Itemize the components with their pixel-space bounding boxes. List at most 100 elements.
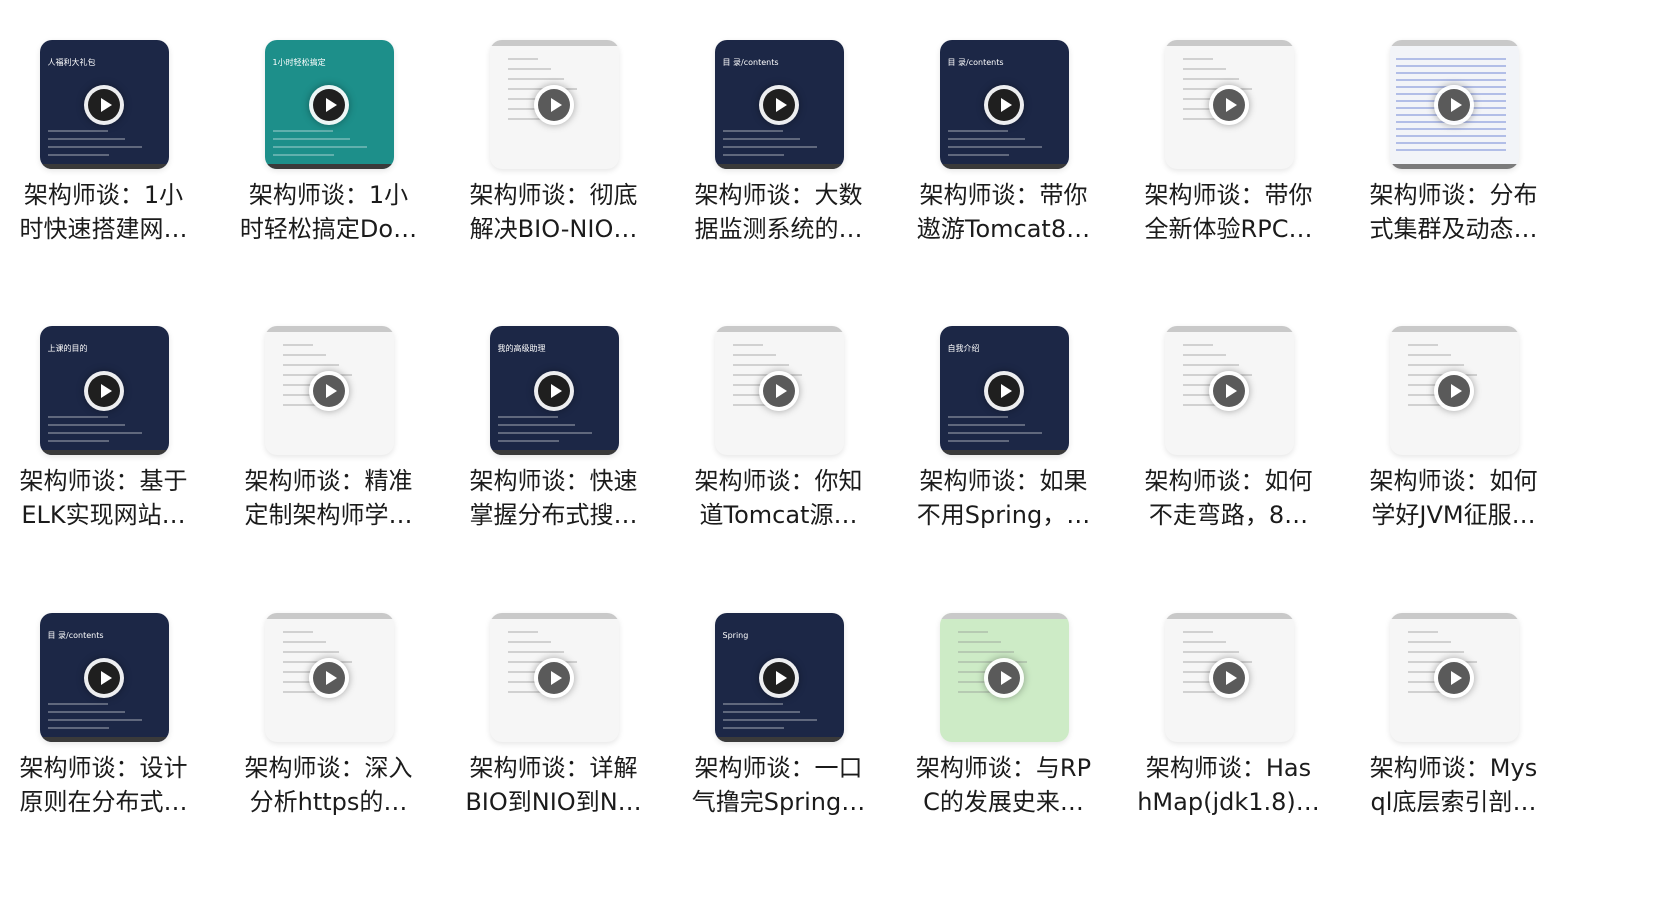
video-card[interactable]: 架构师谈：如何 学好JVM征服…	[1341, 326, 1566, 576]
video-card[interactable]: 架构师谈：精准 定制架构师学…	[216, 326, 441, 576]
video-card[interactable]: Spring 架构师谈：一口 气撸完Spring…	[666, 613, 891, 863]
play-icon[interactable]	[984, 84, 1024, 125]
play-icon[interactable]	[759, 657, 799, 698]
video-card[interactable]: 目 录/contents 架构师谈：带你 遨游Tomcat8…	[891, 40, 1116, 290]
video-title[interactable]: 架构师谈：基于 ELK实现网站…	[0, 464, 216, 532]
video-thumbnail[interactable]	[1164, 326, 1294, 455]
play-icon[interactable]	[84, 370, 124, 411]
video-card[interactable]: 目 录/contents 架构师谈：设计 原则在分布式…	[0, 613, 216, 863]
video-title[interactable]: 架构师谈：一口 气撸完Spring…	[666, 751, 891, 819]
play-icon[interactable]	[309, 370, 349, 411]
video-thumbnail[interactable]	[1389, 613, 1519, 742]
video-title[interactable]: 架构师谈：你知 道Tomcat源…	[666, 464, 891, 532]
video-card[interactable]: 架构师谈：如何 不走弯路，8…	[1116, 326, 1341, 576]
play-icon[interactable]	[1434, 84, 1474, 125]
video-title-line2: 定制架构师学…	[244, 501, 413, 529]
play-icon[interactable]	[984, 657, 1024, 698]
thumbnail-toolbar	[1164, 613, 1294, 619]
video-thumbnail[interactable]: 人福利大礼包	[39, 40, 169, 169]
play-icon[interactable]	[534, 84, 574, 125]
video-card[interactable]: 上课的目的架构师谈：基于 ELK实现网站…	[0, 326, 216, 576]
video-thumbnail[interactable]: 1小时轻松搞定	[264, 40, 394, 169]
video-thumbnail[interactable]	[264, 326, 394, 455]
video-card[interactable]: 自我介绍架构师谈：如果 不用Spring，…	[891, 326, 1116, 576]
video-card[interactable]: 架构师谈：你知 道Tomcat源…	[666, 326, 891, 576]
video-title-line1: 架构师谈：如何	[1369, 467, 1538, 495]
video-thumbnail[interactable]: 自我介绍	[939, 326, 1069, 455]
video-thumbnail[interactable]: Spring	[714, 613, 844, 742]
play-icon[interactable]	[759, 84, 799, 125]
video-title[interactable]: 架构师谈：详解 BIO到NIO到N…	[441, 751, 666, 819]
thumbnail-text-line	[1182, 641, 1226, 643]
video-card[interactable]: 架构师谈：与RP C的发展史来…	[891, 613, 1116, 863]
thumbnail-caption: 我的高级助理	[497, 344, 546, 353]
thumbnail-text-line	[497, 416, 558, 418]
video-thumbnail[interactable]	[1389, 40, 1519, 169]
video-card[interactable]: 架构师谈：详解 BIO到NIO到N…	[441, 613, 666, 863]
video-title[interactable]: 架构师谈：1小 时快速搭建网…	[0, 178, 216, 246]
video-thumbnail[interactable]	[489, 613, 619, 742]
video-card[interactable]: 人福利大礼包架构师谈：1小 时快速搭建网…	[0, 40, 216, 290]
play-icon-triangle	[326, 97, 337, 112]
play-icon[interactable]	[1434, 370, 1474, 411]
video-title[interactable]: 架构师谈：1小 时轻松搞定Do…	[216, 178, 441, 246]
thumbnail-text-line	[732, 354, 776, 356]
video-card[interactable]: 架构师谈：Has hMap(jdk1.8)…	[1116, 613, 1341, 863]
thumbnail-footer	[939, 164, 1069, 169]
video-title[interactable]: 架构师谈：大数 据监测系统的…	[666, 178, 891, 246]
video-thumbnail[interactable]: 我的高级助理	[489, 326, 619, 455]
video-card[interactable]: 架构师谈：带你 全新体验RPC…	[1116, 40, 1341, 290]
video-title-line1: 架构师谈：详解	[469, 754, 638, 782]
video-card[interactable]: 目 录/contents 架构师谈：大数 据监测系统的…	[666, 40, 891, 290]
video-title[interactable]: 架构师谈：带你 全新体验RPC…	[1116, 178, 1341, 246]
video-thumbnail[interactable]	[1389, 326, 1519, 455]
video-title[interactable]: 架构师谈：设计 原则在分布式…	[0, 751, 216, 819]
video-thumbnail[interactable]: 目 录/contents	[939, 40, 1069, 169]
play-icon[interactable]	[1434, 657, 1474, 698]
video-title[interactable]: 架构师谈：深入 分析https的…	[216, 751, 441, 819]
video-title[interactable]: 架构师谈：带你 遨游Tomcat8…	[891, 178, 1116, 246]
video-title[interactable]: 架构师谈：如何 学好JVM征服…	[1341, 464, 1566, 532]
play-icon-triangle	[101, 97, 112, 112]
play-icon[interactable]	[1209, 370, 1249, 411]
play-icon[interactable]	[534, 657, 574, 698]
video-thumbnail[interactable]: 上课的目的	[39, 326, 169, 455]
video-thumbnail[interactable]	[1164, 40, 1294, 169]
video-thumbnail[interactable]: 目 录/contents	[39, 613, 169, 742]
play-icon[interactable]	[534, 370, 574, 411]
play-icon-triangle	[776, 383, 787, 398]
video-card[interactable]: 我的高级助理架构师谈：快速 掌握分布式搜…	[441, 326, 666, 576]
play-icon[interactable]	[84, 657, 124, 698]
thumbnail-toolbar	[1164, 40, 1294, 46]
video-title[interactable]: 架构师谈：精准 定制架构师学…	[216, 464, 441, 532]
video-thumbnail[interactable]: 目 录/contents	[714, 40, 844, 169]
thumbnail-text-line	[272, 130, 333, 132]
video-card[interactable]: 架构师谈：深入 分析https的…	[216, 613, 441, 863]
play-icon[interactable]	[1209, 84, 1249, 125]
play-icon[interactable]	[759, 370, 799, 411]
video-card[interactable]: 架构师谈：Mys ql底层索引剖…	[1341, 613, 1566, 863]
play-icon[interactable]	[984, 370, 1024, 411]
video-card[interactable]: 架构师谈：分布 式集群及动态…	[1341, 40, 1566, 290]
video-title[interactable]: 架构师谈：快速 掌握分布式搜…	[441, 464, 666, 532]
video-title[interactable]: 架构师谈：与RP C的发展史来…	[891, 751, 1116, 819]
video-thumbnail[interactable]	[489, 40, 619, 169]
play-icon[interactable]	[1209, 657, 1249, 698]
video-title[interactable]: 架构师谈：如果 不用Spring，…	[891, 464, 1116, 532]
video-card[interactable]: 1小时轻松搞定架构师谈：1小 时轻松搞定Do…	[216, 40, 441, 290]
video-thumbnail[interactable]	[714, 326, 844, 455]
video-card[interactable]: 架构师谈：彻底 解决BIO-NIO…	[441, 40, 666, 290]
thumbnail-toolbar	[1389, 613, 1519, 619]
play-icon[interactable]	[309, 657, 349, 698]
video-thumbnail[interactable]	[1164, 613, 1294, 742]
video-title[interactable]: 架构师谈：Mys ql底层索引剖…	[1341, 751, 1566, 819]
play-icon[interactable]	[84, 84, 124, 125]
play-icon[interactable]	[309, 84, 349, 125]
video-title[interactable]: 架构师谈：彻底 解决BIO-NIO…	[441, 178, 666, 246]
video-title[interactable]: 架构师谈：分布 式集群及动态…	[1341, 178, 1566, 246]
video-title[interactable]: 架构师谈：如何 不走弯路，8…	[1116, 464, 1341, 532]
thumbnail-caption: 目 录/contents	[947, 58, 1004, 67]
video-title[interactable]: 架构师谈：Has hMap(jdk1.8)…	[1116, 751, 1341, 819]
video-thumbnail[interactable]	[939, 613, 1069, 742]
video-thumbnail[interactable]	[264, 613, 394, 742]
